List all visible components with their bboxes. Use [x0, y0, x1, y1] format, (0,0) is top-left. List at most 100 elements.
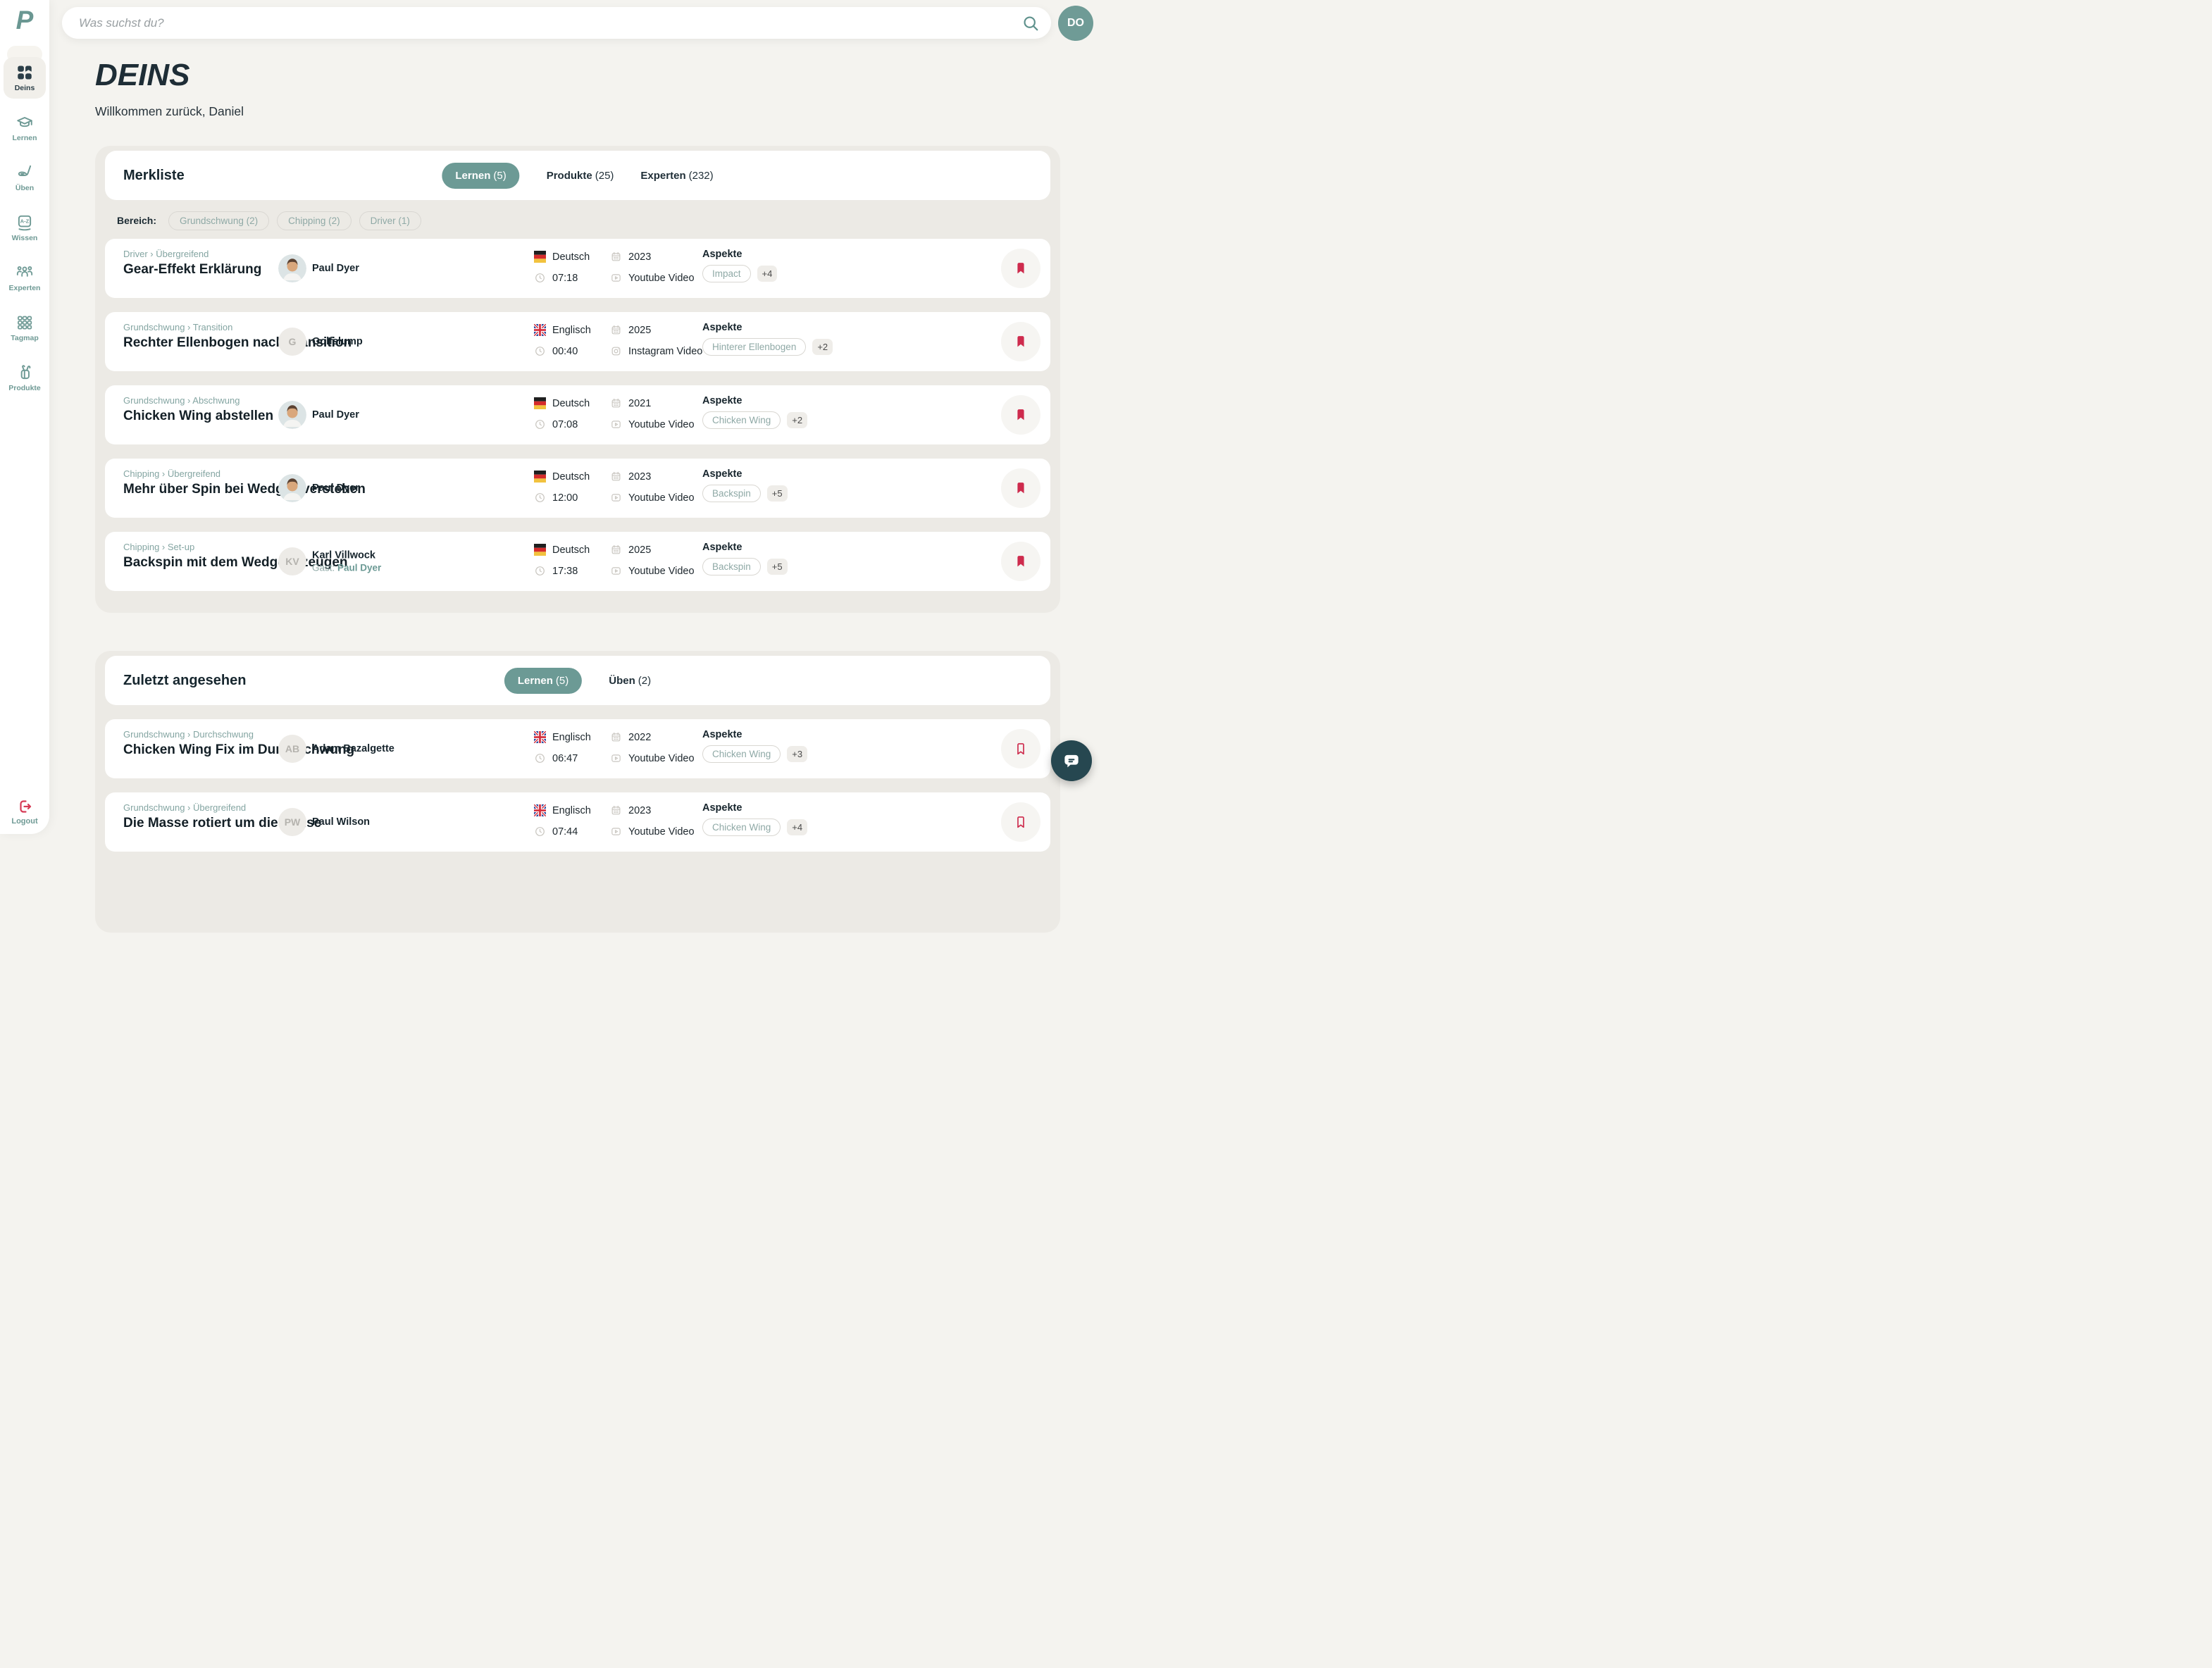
avatar-photo	[278, 254, 306, 282]
more-tags-badge[interactable]: +2	[812, 339, 833, 355]
breadcrumb[interactable]: Grundschwung › Abschwung	[123, 395, 240, 406]
merkliste-tabs: Lernen(5) Produkte(25) Experten(232)	[442, 163, 713, 189]
sidebar-item-label: Experten	[9, 284, 41, 292]
aspect-tag[interactable]: Chicken Wing	[702, 819, 781, 836]
sidebar-item-experten[interactable]: Experten	[4, 257, 46, 299]
sidebar-item-label: Deins	[15, 84, 35, 92]
duration-label: 06:47	[552, 753, 578, 764]
tab-lernen[interactable]: Lernen(5)	[504, 668, 582, 694]
more-tags-badge[interactable]: +2	[787, 412, 807, 428]
bookmark-button[interactable]	[1001, 542, 1040, 581]
sidebar-item-ueben[interactable]: Üben	[4, 157, 46, 199]
filter-label: Bereich:	[117, 215, 156, 226]
merkliste-rows: Driver › Übergreifend Gear-Effekt Erklär…	[105, 239, 1050, 591]
bookmark-button[interactable]	[1001, 322, 1040, 361]
author-name: Paul Dyer	[312, 409, 359, 421]
german-flag-icon	[534, 471, 546, 483]
aspect-tag[interactable]: Hinterer Ellenbogen	[702, 338, 806, 356]
aspect-tag[interactable]: Backspin	[702, 558, 761, 575]
list-item[interactable]: Grundschwung › Transition Rechter Ellenb…	[105, 312, 1050, 371]
search-icon[interactable]	[1021, 14, 1040, 32]
year-label: 2021	[628, 398, 651, 409]
welcome-text: Willkommen zurück, Daniel	[95, 104, 244, 119]
logout-button[interactable]: Logout	[4, 798, 46, 826]
chat-button[interactable]	[1051, 740, 1092, 781]
avatar-photo	[278, 474, 306, 502]
item-title: Chicken Wing abstellen	[123, 409, 273, 424]
year-label: 2023	[628, 471, 651, 483]
filter-chip-chipping[interactable]: Chipping (2)	[277, 211, 352, 230]
list-item[interactable]: Grundschwung › Übergreifend Die Masse ro…	[105, 792, 1050, 852]
search-input[interactable]	[79, 16, 1021, 30]
more-tags-badge[interactable]: +3	[787, 746, 807, 762]
sidebar-item-wissen[interactable]: Wissen	[4, 207, 46, 249]
tab-produkte[interactable]: Produkte(25)	[547, 170, 614, 182]
bookmark-button[interactable]	[1001, 802, 1040, 842]
bookmark-outline-icon	[1014, 815, 1028, 829]
media-label: Youtube Video	[628, 826, 695, 838]
list-item[interactable]: Chipping › Übergreifend Mehr über Spin b…	[105, 459, 1050, 518]
youtube-video-icon	[610, 492, 622, 504]
list-item[interactable]: Grundschwung › Durchschwung Chicken Wing…	[105, 719, 1050, 778]
duration-label: 07:18	[552, 273, 578, 284]
guest-label: Gast:	[312, 563, 335, 573]
aspect-tag[interactable]: Chicken Wing	[702, 745, 781, 763]
sidebar-nav: Deins Lernen Üben Wissen Experten Tagmap…	[4, 57, 46, 399]
merkliste-header: Merkliste Lernen(5) Produkte(25) Experte…	[105, 151, 1050, 200]
app-logo[interactable]: P	[16, 7, 34, 33]
zuletzt-rows: Grundschwung › Durchschwung Chicken Wing…	[105, 719, 1050, 852]
aspekte-label: Aspekte	[702, 729, 807, 740]
section-title: Zuletzt angesehen	[123, 673, 246, 689]
calendar-icon	[610, 324, 622, 336]
search-bar	[62, 7, 1051, 39]
tab-experten[interactable]: Experten(232)	[640, 170, 713, 182]
tab-lernen[interactable]: Lernen(5)	[442, 163, 519, 189]
list-item[interactable]: Driver › Übergreifend Gear-Effekt Erklär…	[105, 239, 1050, 298]
breadcrumb[interactable]: Grundschwung › Übergreifend	[123, 802, 246, 813]
bookmark-button[interactable]	[1001, 729, 1040, 768]
breadcrumb[interactable]: Chipping › Set-up	[123, 542, 194, 552]
sidebar-item-label: Lernen	[12, 134, 37, 142]
author-name: Paul Dyer	[312, 263, 359, 274]
aspekte-label: Aspekte	[702, 249, 777, 260]
aspect-tag[interactable]: Backspin	[702, 485, 761, 502]
media-label: Youtube Video	[628, 273, 695, 284]
list-item[interactable]: Grundschwung › Abschwung Chicken Wing ab…	[105, 385, 1050, 444]
more-tags-badge[interactable]: +4	[787, 819, 807, 835]
bookmark-button[interactable]	[1001, 395, 1040, 435]
bookmark-button[interactable]	[1001, 249, 1040, 288]
filter-chip-driver[interactable]: Driver (1)	[359, 211, 421, 230]
aspect-tag[interactable]: Impact	[702, 265, 751, 282]
breadcrumb[interactable]: Grundschwung › Durchschwung	[123, 729, 254, 740]
breadcrumb[interactable]: Grundschwung › Transition	[123, 322, 232, 332]
sidebar-item-tagmap[interactable]: Tagmap	[4, 307, 46, 349]
bookmark-button[interactable]	[1001, 468, 1040, 508]
az-book-icon	[15, 213, 34, 232]
sidebar-item-produkte[interactable]: Produkte	[4, 357, 46, 399]
user-avatar[interactable]: DO	[1058, 6, 1093, 41]
language-label: Deutsch	[552, 471, 590, 483]
breadcrumb[interactable]: Chipping › Übergreifend	[123, 468, 220, 479]
more-tags-badge[interactable]: +5	[767, 485, 788, 502]
bookmark-filled-icon	[1014, 408, 1028, 422]
year-label: 2025	[628, 325, 651, 336]
language-label: Deutsch	[552, 251, 590, 263]
sidebar-item-label: Wissen	[12, 234, 38, 242]
german-flag-icon	[534, 544, 546, 556]
breadcrumb[interactable]: Driver › Übergreifend	[123, 249, 209, 259]
duration-label: 07:08	[552, 419, 578, 430]
year-label: 2025	[628, 544, 651, 556]
uk-flag-icon	[534, 731, 546, 743]
bookmark-filled-icon	[1014, 335, 1028, 349]
sidebar-item-lernen[interactable]: Lernen	[4, 107, 46, 149]
section-title: Merkliste	[123, 168, 185, 184]
filter-chip-grundschwung[interactable]: Grundschwung (2)	[168, 211, 269, 230]
more-tags-badge[interactable]: +5	[767, 559, 788, 575]
aspekte-label: Aspekte	[702, 542, 788, 553]
more-tags-badge[interactable]: +4	[757, 266, 778, 282]
aspect-tag[interactable]: Chicken Wing	[702, 411, 781, 429]
tab-ueben[interactable]: Üben(2)	[609, 675, 651, 687]
list-item[interactable]: Chipping › Set-up Backspin mit dem Wedge…	[105, 532, 1050, 591]
sidebar-item-deins[interactable]: Deins	[4, 57, 46, 99]
clock-icon	[534, 272, 546, 284]
